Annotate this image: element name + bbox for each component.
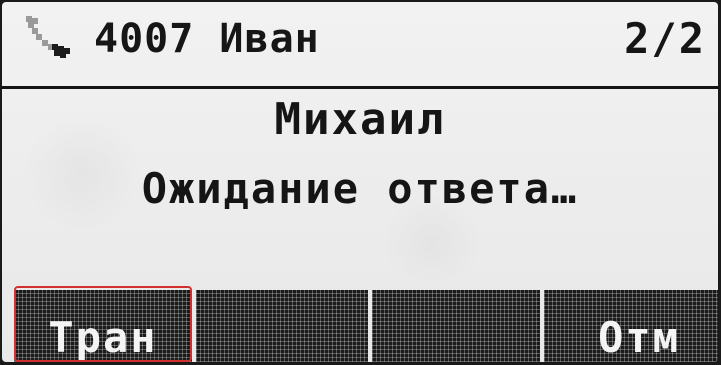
call-status: Ожидание ответа… — [141, 164, 579, 213]
softkey-cancel-label: Отм — [598, 313, 680, 362]
header-divider — [2, 86, 718, 89]
line-label: 4007 Иван — [94, 16, 320, 62]
softkey-bar: Тран Отм — [2, 290, 718, 362]
softkey-transfer-label: Тран — [48, 313, 158, 362]
call-counter: 2/2 — [624, 14, 706, 63]
softkey-empty-3[interactable] — [372, 290, 540, 362]
softkey-transfer[interactable]: Тран — [14, 290, 192, 362]
callee-name: Михаил — [274, 94, 446, 145]
status-bar: 4007 Иван 2/2 — [2, 2, 718, 86]
softkey-empty-2[interactable] — [196, 290, 368, 362]
softkey-cancel[interactable]: Отм — [544, 290, 718, 362]
phone-lcd-screen: 4007 Иван 2/2 Михаил Ожидание ответа… Тр… — [2, 2, 718, 362]
handset-icon — [24, 14, 74, 60]
